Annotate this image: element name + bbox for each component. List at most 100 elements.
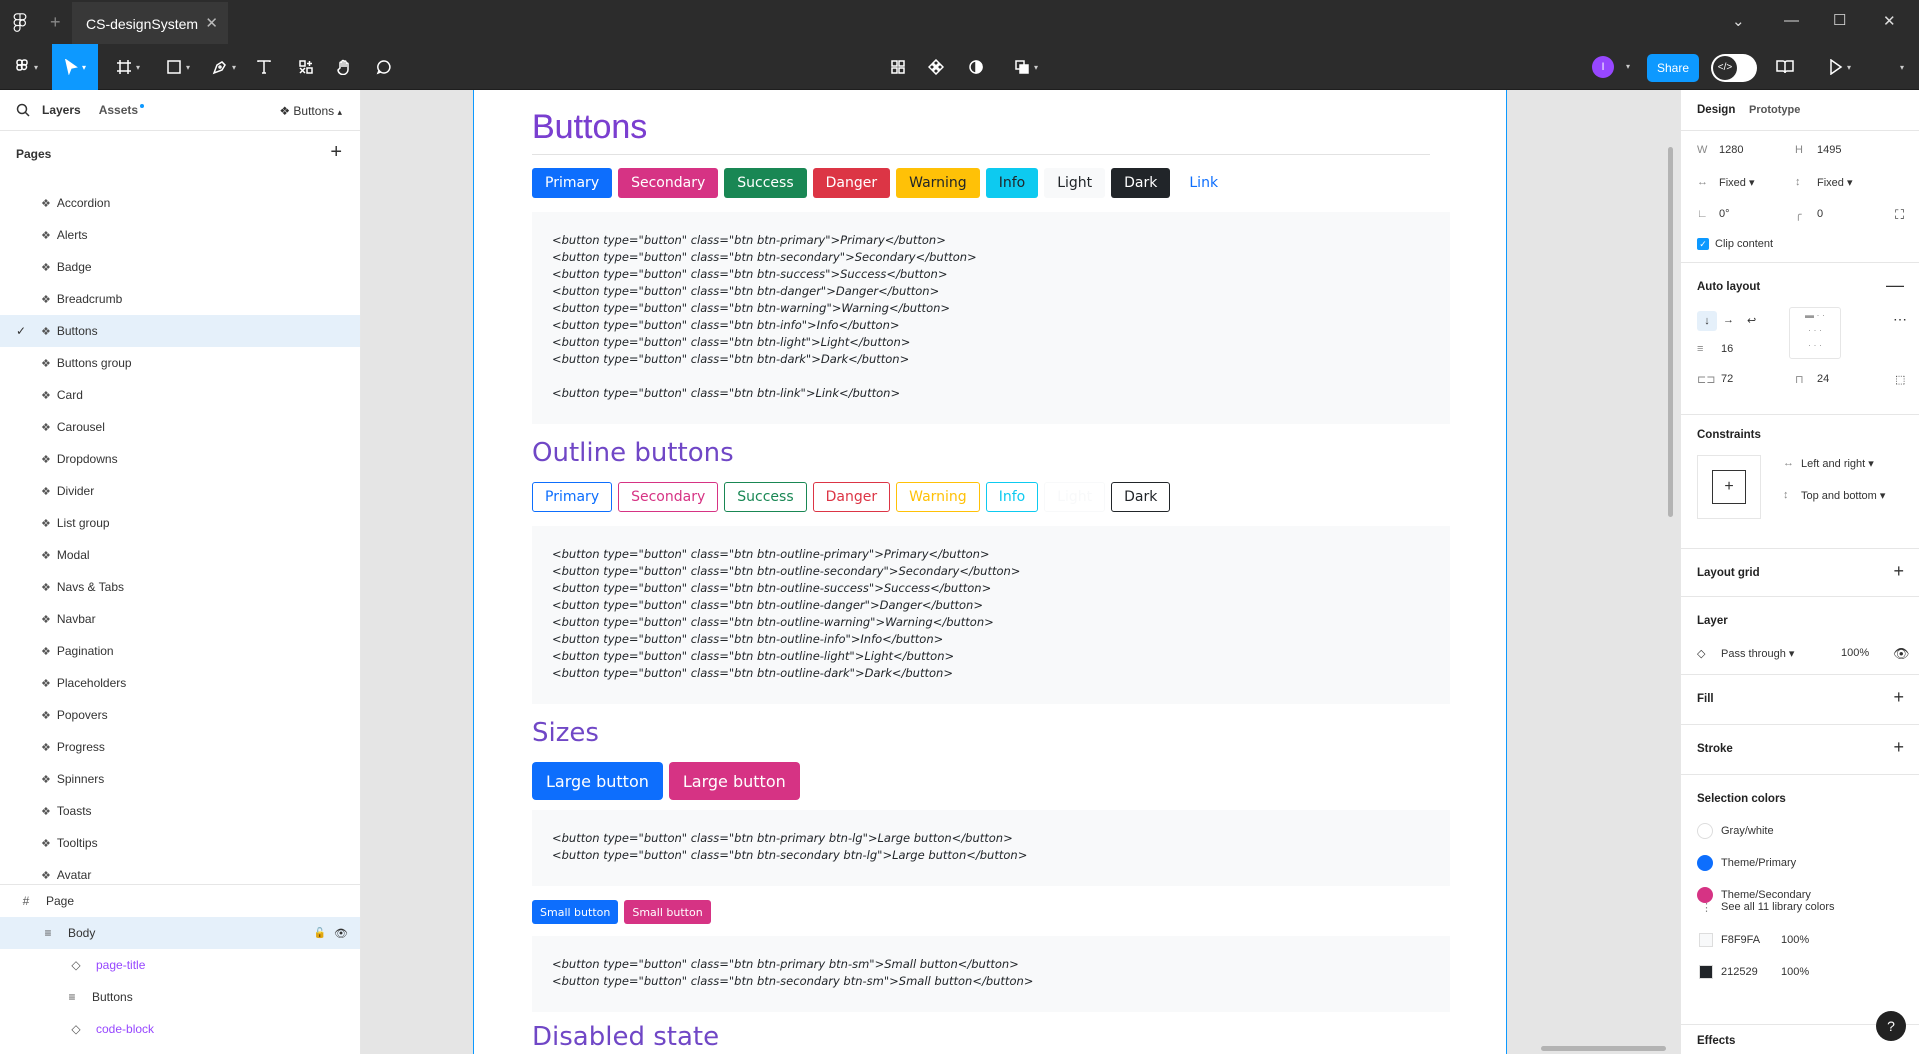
button-success[interactable]: Success [724,168,807,198]
new-tab-icon[interactable]: + [50,12,61,33]
outline-button-light[interactable]: Light [1044,482,1106,512]
code-block-large[interactable]: <button type="button" class="btn btn-pri… [532,810,1450,886]
height-input[interactable]: 1495 [1817,144,1841,156]
avatar-chevron-icon[interactable]: ▾ [1626,62,1630,71]
remove-auto-layout-icon[interactable]: — [1886,275,1904,296]
pen-tool-button[interactable]: ▾ [206,44,242,90]
width-mode-select[interactable]: Fixed ▾ [1719,176,1754,189]
page-selector[interactable]: ❖ Buttons ▴ [279,104,342,118]
canvas[interactable]: Buttons Primary Secondary Success Danger War… [361,90,1680,1054]
disabled-section-title[interactable]: Disabled state [532,1022,719,1052]
blend-mode-select[interactable]: Pass through ▾ [1721,647,1794,660]
file-tab[interactable]: CS-designSystem ✕ [72,2,228,44]
page-item[interactable]: ❖ List group [0,507,360,539]
page-item[interactable]: ❖ Divider [0,475,360,507]
height-mode-select[interactable]: Fixed ▾ [1817,176,1852,189]
eye-icon[interactable]: 👁 [1893,646,1910,662]
page-item[interactable]: ❖ Spinners [0,763,360,795]
figma-logo-icon[interactable] [12,13,28,33]
add-fill-icon[interactable]: + [1893,687,1904,708]
color-opacity[interactable]: 100% [1781,966,1809,978]
layer-row[interactable]: ≡ Body 🔓 👁 [0,917,360,949]
tab-prototype[interactable]: Prototype [1749,104,1800,116]
outline-button-dark[interactable]: Dark [1111,482,1171,512]
color-swatch[interactable] [1699,965,1713,979]
code-block-small[interactable]: <button type="button" class="btn btn-pri… [532,936,1450,1012]
alignment-grid[interactable]: ▬ · · · · · · · · [1789,307,1841,359]
tab-assets[interactable]: Assets [99,103,138,117]
page-item[interactable]: ❖ Buttons group [0,347,360,379]
frame-tool-button[interactable]: ▾ [110,44,146,90]
color-swatch[interactable] [1699,933,1713,947]
button-link[interactable]: Link [1176,168,1231,198]
layer-row[interactable]: ◇ code-block [0,1013,360,1045]
small-secondary-button[interactable]: Small button [624,900,711,924]
page-item[interactable]: ❖ Badge [0,251,360,283]
color-style-name[interactable]: Theme/Secondary [1721,889,1811,901]
outline-button-secondary[interactable]: Secondary [618,482,719,512]
outline-section-title[interactable]: Outline buttons [532,438,734,468]
more-options-icon[interactable]: ⋯ [1893,311,1907,328]
page-item[interactable]: ❖ Popovers [0,699,360,731]
page-item[interactable]: ❖ Tooltips [0,827,360,859]
button-primary[interactable]: Primary [532,168,613,198]
color-swatch[interactable] [1697,855,1713,871]
small-primary-button[interactable]: Small button [532,900,619,924]
present-button[interactable]: ▾ [1822,44,1858,90]
color-opacity[interactable]: 100% [1781,934,1809,946]
page-item[interactable]: ❖ Accordion [0,187,360,219]
close-window-icon[interactable]: ✕ [1883,12,1896,30]
move-tool-button[interactable]: ▾ [52,44,98,90]
layer-row[interactable]: ◇ page-title [0,949,360,981]
shape-tool-button[interactable]: ▾ [160,44,196,90]
clip-content-checkbox[interactable]: ✓ [1697,238,1709,250]
large-primary-button[interactable]: Large button [532,762,663,800]
page-item[interactable]: ❖ Navbar [0,603,360,635]
page-item[interactable]: ❖ Breadcrumb [0,283,360,315]
direction-horizontal-icon[interactable]: → [1723,314,1734,326]
eye-icon[interactable]: 👁 [334,927,348,940]
constraints-widget[interactable]: + [1697,455,1761,519]
code-block-buttons[interactable]: <button type="button" class="btn btn-pri… [532,212,1450,424]
page-title[interactable]: Buttons [532,108,647,147]
code-block-outline[interactable]: <button type="button" class="btn btn-out… [532,526,1450,704]
tab-design[interactable]: Design [1697,104,1735,116]
close-tab-icon[interactable]: ✕ [205,14,218,32]
vertical-padding-input[interactable]: 24 [1817,373,1829,385]
outline-button-warning[interactable]: Warning [896,482,980,512]
outline-button-primary[interactable]: Primary [532,482,613,512]
library-button[interactable] [1773,44,1797,90]
page-item[interactable]: ❖ Alerts [0,219,360,251]
layer-opacity-input[interactable]: 100% [1841,647,1869,659]
comment-tool-button[interactable] [372,44,396,90]
add-layout-grid-icon[interactable]: + [1893,561,1904,582]
width-input[interactable]: 1280 [1719,144,1743,156]
resources-button[interactable] [294,44,318,90]
hex-value[interactable]: F8F9FA [1721,934,1760,946]
button-dark[interactable]: Dark [1111,168,1171,198]
direction-wrap-icon[interactable]: ↩ [1747,314,1756,327]
horizontal-constraint-select[interactable]: Left and right ▾ [1801,457,1874,470]
hex-value[interactable]: 212529 [1721,966,1758,978]
page-item[interactable]: ❖ Card [0,379,360,411]
gap-input[interactable]: 16 [1721,343,1733,355]
layer-row[interactable]: # Page [0,885,360,917]
unlock-icon[interactable]: 🔓 [314,928,326,939]
text-tool-button[interactable] [252,44,276,90]
button-info[interactable]: Info [985,168,1039,198]
see-all-colors-link[interactable]: See all 11 library colors [1721,901,1835,913]
component-button[interactable] [922,44,950,90]
add-stroke-icon[interactable]: + [1893,737,1904,758]
page-item[interactable]: ❖ Navs & Tabs [0,571,360,603]
page-item[interactable]: ❖ Carousel [0,411,360,443]
page-item[interactable]: ❖ Dropdowns [0,443,360,475]
help-button[interactable]: ? [1876,1011,1906,1041]
vertical-scrollbar[interactable] [1668,147,1673,517]
tab-layers[interactable]: Layers [42,103,81,117]
page-item[interactable]: ❖ Progress [0,731,360,763]
page-item[interactable]: ❖ Pagination [0,635,360,667]
corner-radius-input[interactable]: 0 [1817,208,1823,220]
outline-button-success[interactable]: Success [724,482,807,512]
grid-view-button[interactable] [884,44,912,90]
button-light[interactable]: Light [1044,168,1106,198]
